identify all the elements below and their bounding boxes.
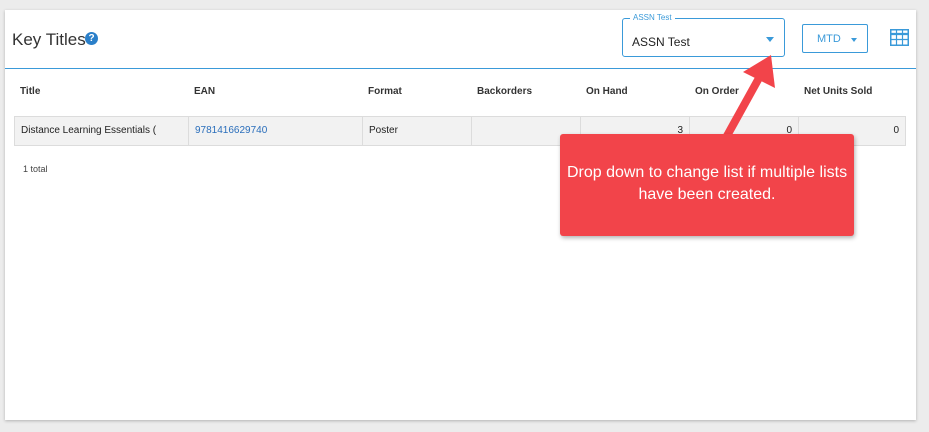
annotation-text: Drop down to change list if multiple lis… bbox=[566, 164, 848, 203]
list-select-value: ASSN Test bbox=[632, 35, 690, 49]
column-header-on-order[interactable]: On Order bbox=[695, 86, 739, 97]
chevron-down-icon bbox=[851, 38, 857, 42]
column-header-title[interactable]: Title bbox=[20, 86, 40, 97]
chevron-down-icon bbox=[766, 37, 774, 42]
column-header-on-hand[interactable]: On Hand bbox=[586, 86, 628, 97]
table-header-row: Title EAN Format Backorders On Hand On O… bbox=[5, 80, 916, 110]
total-count: 1 total bbox=[23, 164, 48, 174]
column-header-net-units-sold[interactable]: Net Units Sold bbox=[804, 86, 872, 97]
period-select-label: MTD bbox=[817, 33, 841, 45]
column-header-ean[interactable]: EAN bbox=[194, 86, 215, 97]
help-icon[interactable]: ? bbox=[85, 32, 98, 45]
list-select-dropdown[interactable]: ASSN Test ASSN Test bbox=[622, 13, 785, 57]
cell-title: Distance Learning Essentials ( bbox=[15, 117, 189, 145]
column-header-format[interactable]: Format bbox=[368, 86, 402, 97]
period-select-button[interactable]: MTD bbox=[802, 24, 868, 53]
ean-link[interactable]: 9781416629740 bbox=[189, 117, 362, 145]
table-grid-icon[interactable] bbox=[890, 29, 909, 46]
list-select-label: ASSN Test bbox=[630, 13, 675, 23]
cell-ean[interactable]: 9781416629740 bbox=[189, 117, 363, 145]
annotation-callout: Drop down to change list if multiple lis… bbox=[560, 134, 854, 236]
page-title: Key Titles bbox=[12, 30, 86, 49]
card-header: Key Titles ? ASSN Test ASSN Test MTD bbox=[5, 10, 916, 69]
cell-format: Poster bbox=[363, 117, 472, 145]
column-header-backorders[interactable]: Backorders bbox=[477, 86, 532, 97]
